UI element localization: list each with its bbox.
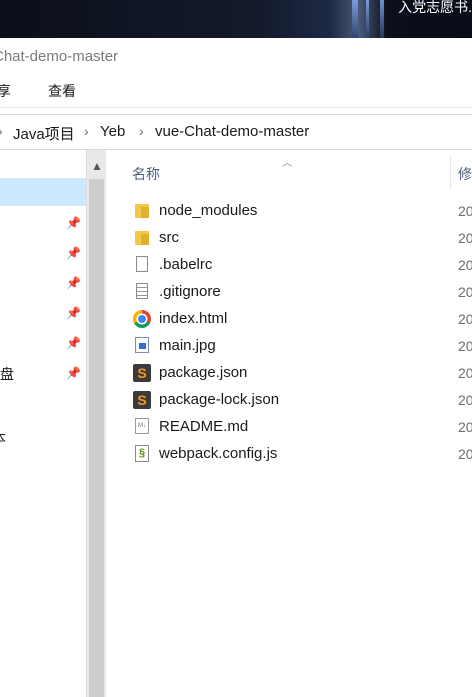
ribbon-tabs: 享 查看 [0,75,472,108]
file-row-package-lock-json[interactable]: S package-lock.json 20 [106,387,472,414]
file-date: 20 [458,446,472,462]
sort-ascending-icon: ︿ [282,158,292,169]
file-row-package-json[interactable]: S package.json 20 [106,360,472,387]
file-name: package.json [159,364,248,381]
folder-icon [133,229,151,247]
file-row-gitignore[interactable]: .gitignore 20 [106,279,472,306]
file-row-main-jpg[interactable]: main.jpg 20 [106,333,472,360]
file-date: 20 [458,338,472,354]
pin-icon[interactable]: 📌 [66,246,81,260]
column-divider[interactable] [450,156,451,190]
tab-view[interactable]: 查看 [48,81,76,101]
image-icon [135,337,149,353]
markdown-icon: M↓ [135,418,149,434]
chevron-right-icon[interactable]: › [0,123,3,139]
wallpaper-streak [380,0,384,38]
sublime-icon: S [133,364,151,382]
pin-icon[interactable]: 📌 [66,306,81,320]
file-date: 20 [458,392,472,408]
file-name: webpack.config.js [159,445,278,462]
file-name: .gitignore [159,283,221,300]
file-row-src[interactable]: src 20 [106,225,472,252]
column-header-modified[interactable]: 修 [458,164,472,184]
chevron-right-icon[interactable]: › [84,123,89,139]
file-name: index.html [159,310,228,327]
desktop-overlay-text: 入党志愿书. [398,0,472,15]
pin-icon[interactable]: 📌 [66,276,81,290]
file-row-node-modules[interactable]: node_modules 20 [106,198,472,225]
window-titlebar[interactable]: Chat-demo-master [0,38,472,75]
folder-icon [133,202,151,220]
file-date: 20 [458,284,472,300]
breadcrumb-current-folder[interactable]: vue-Chat-demo-master [155,123,309,140]
file-name: node_modules [159,202,258,219]
file-name: .babelrc [159,256,213,273]
file-name: src [159,229,179,246]
scrollbar-thumb[interactable] [89,179,104,697]
sublime-icon: S [133,391,151,409]
breadcrumb-java-projects[interactable]: Java项目 [13,123,75,144]
breadcrumb-yeb[interactable]: Yeb [100,123,125,140]
js-file-icon: § [135,445,149,462]
file-date: 20 [458,203,472,219]
navigation-pane: 📌 📌 📌 📌 📌 盘 📌 本 [0,150,86,697]
chevron-right-icon[interactable]: › [139,123,144,139]
file-date: 20 [458,311,472,327]
file-name: README.md [159,418,249,435]
file-date: 20 [458,230,472,246]
desktop-wallpaper: 入党志愿书. [0,0,472,38]
column-header-name[interactable]: 名称 [132,164,160,184]
file-list: ︿ 名称 修 node_modules 20 src 20 .babelrc 2… [106,150,472,697]
file-row-index-html[interactable]: index.html 20 [106,306,472,333]
pin-icon[interactable]: 📌 [66,366,81,380]
pin-icon[interactable]: 📌 [66,336,81,350]
nav-item-local[interactable]: 本 [0,428,6,448]
address-bar[interactable]: › Java项目 › Yeb › vue-Chat-demo-master [0,114,472,150]
file-icon [136,256,148,272]
file-name: package-lock.json [159,391,280,408]
nav-item-selected[interactable] [0,178,86,206]
file-row-webpack-config[interactable]: § webpack.config.js 20 [106,441,472,468]
text-file-icon [136,283,148,299]
navigation-scrollbar[interactable]: ▲ [86,150,106,697]
wallpaper-streak [352,0,358,38]
file-name: main.jpg [159,337,216,354]
pin-icon[interactable]: 📌 [66,216,81,230]
scroll-up-icon[interactable]: ▲ [91,159,103,173]
file-date: 20 [458,419,472,435]
wallpaper-streak [366,0,369,38]
nav-item-drive[interactable]: 盘 [0,364,14,384]
window-title: Chat-demo-master [0,48,119,65]
file-row-readme-md[interactable]: M↓ README.md 20 [106,414,472,441]
chrome-icon [133,310,151,328]
file-date: 20 [458,365,472,381]
tab-share[interactable]: 享 [0,81,11,101]
file-date: 20 [458,257,472,273]
file-row-babelrc[interactable]: .babelrc 20 [106,252,472,279]
